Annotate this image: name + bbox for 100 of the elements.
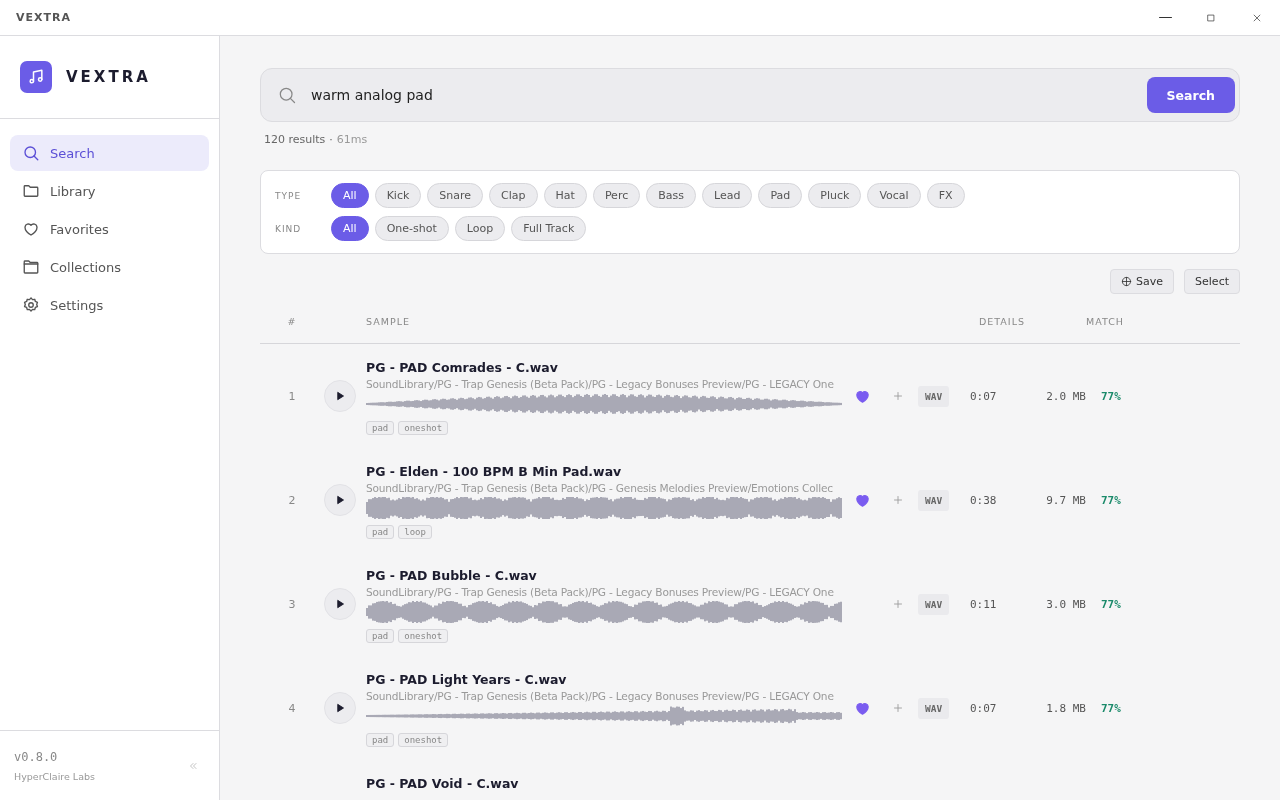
search-button[interactable]: Search [1146, 77, 1235, 113]
tag: pad [366, 629, 395, 643]
waveform[interactable] [366, 601, 842, 623]
format-badge: WAV [918, 593, 950, 615]
play-button[interactable] [324, 588, 356, 620]
filter-chip[interactable]: Full Track [511, 216, 587, 241]
add-icon[interactable] [891, 493, 905, 507]
search-time: 61ms [336, 133, 368, 146]
version-label: v0.8.0 [14, 749, 59, 764]
sidebar-item[interactable]: Favorites [10, 211, 209, 247]
result-count: 120 results [264, 133, 326, 146]
filter-chip[interactable]: Snare [427, 183, 484, 208]
play-icon [334, 390, 346, 402]
format-badge: WAV [918, 385, 950, 407]
row-number: 4 [287, 701, 297, 715]
sample-path: SoundLibrary/PG - Trap Genesis (Beta Pack)/PG - Legacy Bonuses Preview/PG - LEGACY One [366, 586, 835, 598]
row-number: 2 [287, 493, 297, 507]
heart-icon [22, 220, 40, 238]
sidebar-item[interactable]: Collections [10, 249, 209, 285]
separator-dot: · [329, 133, 333, 146]
duration: 0:11 [970, 597, 998, 611]
play-button[interactable] [324, 692, 356, 724]
filter-chip[interactable]: Perc [592, 183, 641, 208]
sample-path: SoundLibrary/PG - Trap Genesis (Beta Pack)/PG - Legacy Bonuses Preview/PG - LEGACY One [366, 378, 835, 390]
sample-title: PG - PAD Void - C.wav [366, 776, 520, 791]
search-icon [22, 144, 40, 162]
format-badge: WAV [918, 489, 950, 511]
column-header: DETAILS [978, 316, 1026, 327]
sidebar-item[interactable]: Settings [10, 287, 209, 323]
tag: oneshot [398, 629, 449, 643]
filter-chip[interactable]: FX [926, 183, 965, 208]
filter-chip[interactable]: All [331, 183, 369, 208]
filter-chip[interactable]: Lead [701, 183, 753, 208]
row-number: 3 [287, 597, 297, 611]
match-score: 77% [1100, 597, 1122, 611]
filter-label: KIND [275, 223, 303, 234]
sample-title: PG - Elden - 100 BPM B Min Pad.wav [366, 464, 623, 479]
filter-chip[interactable]: Kick [374, 183, 422, 208]
folder-icon [22, 182, 40, 200]
sample-title: PG - PAD Comrades - C.wav [366, 360, 559, 375]
play-button[interactable] [324, 380, 356, 412]
waveform[interactable] [366, 393, 842, 415]
match-score: 77% [1100, 701, 1122, 715]
sample-path: SoundLibrary/PG - Trap Genesis (Beta Pack)/PG - Genesis Melodies Preview/Emotions Collec [366, 482, 834, 494]
filter-chip[interactable]: Vocal [867, 183, 921, 208]
tag: oneshot [398, 733, 449, 747]
minimize-icon [1158, 16, 1172, 19]
play-icon [334, 702, 346, 714]
tag: pad [366, 421, 395, 435]
filter-chip[interactable]: One-shot [374, 216, 449, 241]
tag: oneshot [398, 421, 449, 435]
sample-title: PG - PAD Bubble - C.wav [366, 568, 538, 583]
music-note-logo [20, 61, 52, 93]
settings-icon [22, 296, 40, 314]
format-badge: WAV [918, 697, 950, 719]
filter-chip[interactable]: Pad [758, 183, 803, 208]
file-size: 9.7 MB [1045, 493, 1086, 507]
filter-label: TYPE [275, 190, 303, 201]
column-header: # [286, 316, 298, 327]
filter-chip[interactable]: All [331, 216, 369, 241]
file-size: 1.8 MB [1045, 701, 1086, 715]
play-button[interactable] [324, 484, 356, 516]
select-button[interactable]: Select [1184, 269, 1240, 294]
filter-chip[interactable]: Hat [543, 183, 587, 208]
duration: 0:07 [970, 389, 998, 403]
search-bar[interactable]: warm analog pad Search [260, 68, 1240, 122]
search-icon [277, 85, 297, 105]
tag: pad [366, 525, 395, 539]
sidebar-item[interactable]: Search [10, 135, 209, 171]
tag: loop [398, 525, 432, 539]
window-title: VEXTRA [16, 11, 72, 24]
row-number: 1 [287, 389, 297, 403]
sample-title: PG - PAD Light Years - C.wav [366, 672, 568, 687]
add-icon[interactable] [891, 389, 905, 403]
folder-icon [22, 258, 40, 276]
match-score: 77% [1100, 493, 1122, 507]
match-score: 77% [1100, 389, 1122, 403]
duration: 0:07 [970, 701, 998, 715]
brand-name: VEXTRA [66, 68, 151, 86]
waveform[interactable] [366, 705, 842, 727]
waveform[interactable] [366, 497, 842, 519]
add-icon[interactable] [891, 597, 905, 611]
play-icon [334, 494, 346, 506]
duration: 0:38 [970, 493, 998, 507]
filter-chip[interactable]: Bass [646, 183, 696, 208]
filter-chip[interactable]: Clap [489, 183, 538, 208]
tag: pad [366, 733, 395, 747]
play-icon [334, 598, 346, 610]
file-size: 3.0 MB [1045, 597, 1086, 611]
filter-chip[interactable]: Pluck [808, 183, 862, 208]
column-header: MATCH [1086, 316, 1125, 327]
filter-chip[interactable]: Loop [454, 216, 506, 241]
company-label: HyperClaire Labs [14, 770, 95, 782]
sidebar-item[interactable]: Library [10, 173, 209, 209]
file-size: 2.0 MB [1045, 389, 1086, 403]
add-icon[interactable] [891, 701, 905, 715]
sample-path: SoundLibrary/PG - Trap Genesis (Beta Pack)/PG - Legacy Bonuses Preview/PG - LEGACY One [366, 690, 835, 702]
globe-icon [1121, 276, 1133, 287]
save-button[interactable]: Save [1110, 269, 1175, 294]
column-header: SAMPLE [366, 316, 411, 327]
